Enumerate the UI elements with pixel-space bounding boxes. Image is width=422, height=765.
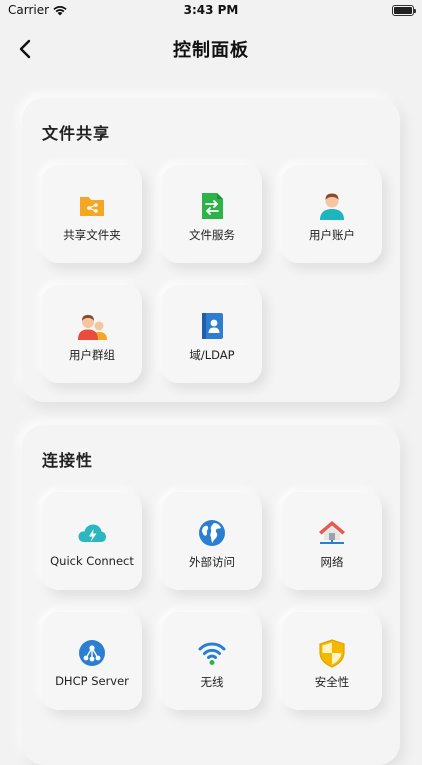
tile-label: 网络: [320, 555, 344, 569]
section-title: 连接性: [42, 451, 94, 470]
tile-label: 安全性: [314, 675, 350, 689]
shield-icon: [319, 639, 345, 668]
external-access-tile[interactable]: 外部访问: [162, 492, 262, 590]
file-service-icon: [202, 193, 223, 219]
security-tile[interactable]: 安全性: [282, 612, 382, 710]
dhcp-network-icon: [79, 640, 105, 666]
section-title: 文件共享: [42, 124, 111, 143]
tile-label: DHCP Server: [55, 674, 129, 688]
status-time: 3:43 PM: [183, 3, 239, 17]
quick-connect-tile[interactable]: Quick Connect: [42, 492, 142, 590]
tile-label: 用户账户: [309, 228, 355, 242]
wireless-tile[interactable]: 无线: [162, 612, 262, 710]
file-service-tile[interactable]: 文件服务: [162, 165, 262, 263]
ldap-book-icon: [202, 313, 223, 339]
shared-folder-tile[interactable]: 共享文件夹: [42, 165, 142, 263]
battery-icon: [392, 5, 416, 16]
ldap-tile[interactable]: 域/LDAP: [162, 285, 262, 383]
user-group-tile[interactable]: 用户群组: [42, 285, 142, 383]
section-connectivity: 连接性 Quick Connect 外部访问 网络 DHCP Server 无线…: [22, 425, 400, 765]
navigation-bar: 控制面板: [0, 24, 422, 74]
network-tile[interactable]: 网络: [282, 492, 382, 590]
user-account-icon: [320, 193, 344, 220]
dhcp-server-tile[interactable]: DHCP Server: [42, 612, 142, 710]
user-group-icon: [78, 315, 107, 340]
cloud-lightning-icon: [78, 524, 106, 542]
status-bar: Carrier 3:43 PM: [0, 0, 422, 22]
tile-label: 文件服务: [189, 228, 235, 242]
tile-label: 用户群组: [69, 348, 115, 362]
shared-folder-icon: [80, 197, 104, 216]
tile-label: Quick Connect: [50, 554, 134, 568]
tile-label: 无线: [200, 675, 224, 689]
section-file-sharing: 文件共享 共享文件夹 文件服务 用户账户 用户群组 域/LDAP: [22, 98, 400, 402]
tile-label: 域/LDAP: [189, 348, 235, 362]
page-title: 控制面板: [173, 40, 249, 61]
user-account-tile[interactable]: 用户账户: [282, 165, 382, 263]
network-house-icon: [319, 521, 345, 544]
tile-label: 共享文件夹: [63, 228, 121, 242]
globe-icon: [199, 520, 225, 546]
wifi-icon: [198, 642, 226, 665]
tile-label: 外部访问: [189, 555, 235, 569]
